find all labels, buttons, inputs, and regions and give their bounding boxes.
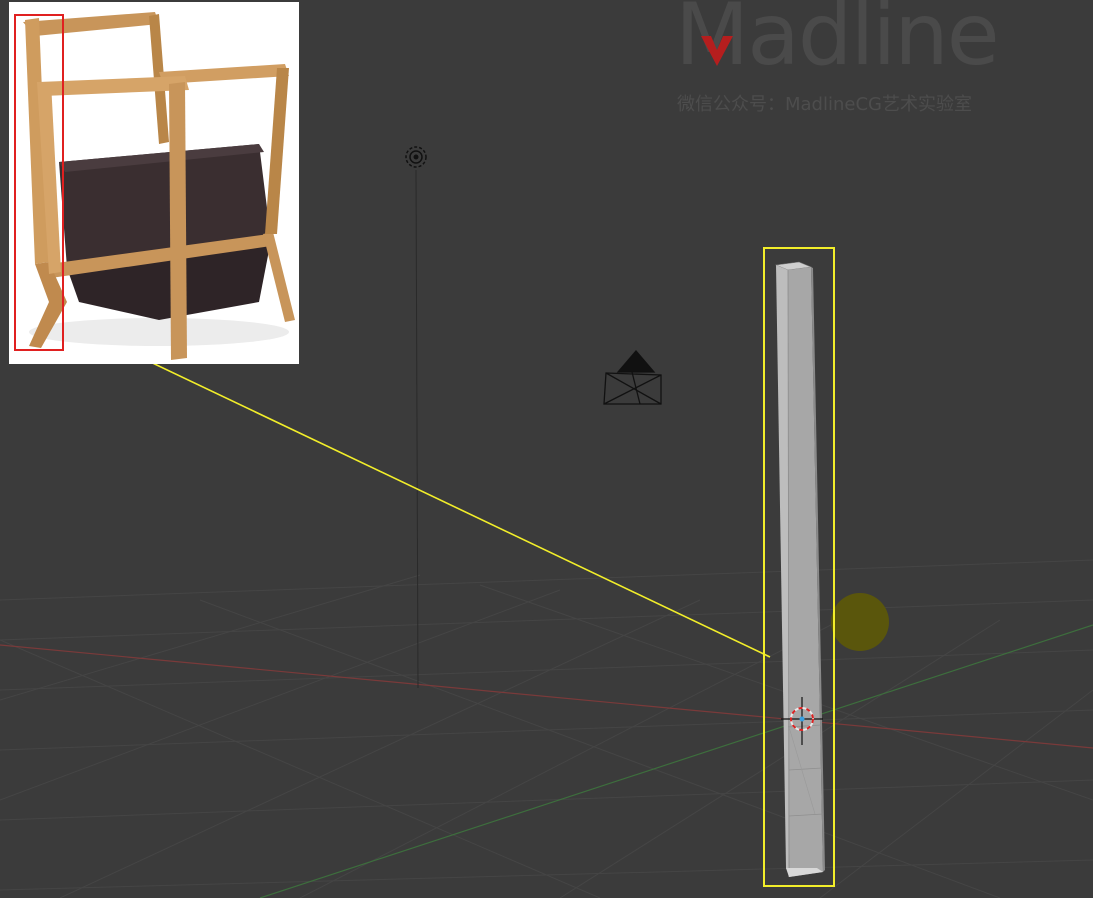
selection-outline: [763, 247, 835, 887]
sun-icon[interactable]: [831, 593, 889, 651]
y-axis-line: [259, 624, 1093, 898]
camera-icon[interactable]: [603, 350, 662, 405]
callout-line: [57, 317, 771, 658]
light-icon[interactable]: [405, 146, 427, 689]
3d-viewport[interactable]: Madline 微信公众号：MadlineCG艺术实验室: [0, 0, 1093, 898]
x-axis-line: [0, 644, 1093, 749]
floor-grid: [0, 559, 1093, 898]
reference-highlight-box: [14, 14, 64, 351]
reference-image: [9, 2, 299, 364]
